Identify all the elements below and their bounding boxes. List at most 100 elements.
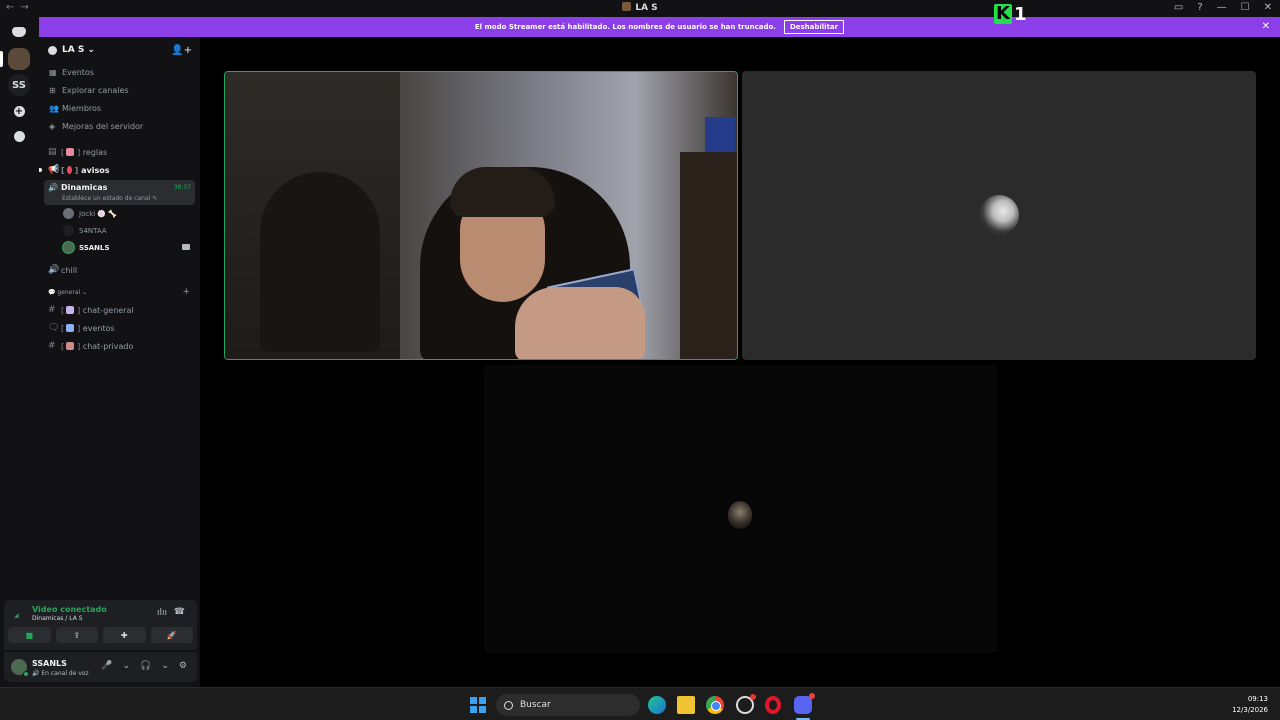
edge-icon[interactable] (648, 696, 666, 714)
signal-icon: ◢ (14, 612, 19, 619)
video-tile-avatar[interactable] (742, 71, 1256, 360)
chrome-icon[interactable] (706, 696, 724, 714)
avatar (63, 208, 74, 219)
server-rail: SS (0, 17, 39, 687)
background-shelf (680, 152, 737, 359)
online-status-dot (23, 671, 29, 677)
voice-user-name: SSANLS (79, 243, 110, 252)
speaker-icon: 🔊 (48, 265, 60, 275)
window-title: LA S (0, 2, 1280, 13)
server-badge-icon (48, 45, 57, 55)
voice-status[interactable]: Video conectado (32, 605, 107, 614)
announcement-icon: 📢 (48, 165, 60, 175)
menu-mejoras[interactable]: ◈ Mejoras del servidor (39, 117, 200, 135)
channel-sidebar: LA S ⌄ 👤+ ▦ Eventos ⊞ Explorar canales 👥 Mi… (39, 37, 200, 687)
headphones-icon[interactable]: 🎧 (140, 661, 151, 671)
disconnect-icon[interactable]: ☎ (174, 607, 185, 617)
avatar (979, 195, 1019, 235)
close-window-icon[interactable]: ✕ (1264, 2, 1272, 13)
channel-status[interactable]: Establece un estado de canal ✎ (62, 195, 157, 202)
discover-icon[interactable] (8, 125, 30, 147)
menu-label: Miembros (62, 103, 102, 113)
server-ss-icon[interactable]: SS (8, 74, 30, 96)
capture-app-icon[interactable] (736, 694, 756, 714)
video-tile-camera[interactable] (224, 71, 738, 360)
channel-eventos[interactable]: 🗨 [] eventos (39, 319, 200, 337)
background-object (705, 117, 735, 157)
calendar-icon: ▦ (49, 67, 57, 77)
title-bar: ← → LA S ▭ ? — ☐ ✕ (0, 0, 1280, 17)
voice-timer: 38:37 (173, 184, 191, 191)
taskbar-search[interactable]: Buscar (496, 694, 640, 716)
channel-emoji-icon (66, 306, 75, 314)
close-banner-icon[interactable]: ✕ (1262, 21, 1270, 32)
voice-user[interactable]: S4NTAA (39, 222, 200, 239)
channel-label: chat-general (82, 305, 134, 315)
server-icon (622, 2, 632, 11)
clock-date: 12/3/2026 (1232, 706, 1268, 714)
minimize-icon[interactable]: — (1217, 2, 1227, 13)
voice-channel-dinamicas[interactable]: 🔊 Dinamicas Establece un estado de canal … (44, 180, 195, 205)
help-icon[interactable]: ? (1197, 2, 1202, 13)
user-controls: 🎤 ⌄ 🎧 ⌄ ⚙ (101, 661, 187, 671)
invite-icon[interactable]: 👤+ (171, 45, 192, 56)
voice-action-buttons: ■ ⇪ ✚ 🚀 (4, 627, 197, 649)
banner-text: El modo Streamer está habilitado. Los no… (474, 23, 776, 31)
add-server-icon[interactable] (8, 100, 30, 122)
streamer-mode-banner: El modo Streamer está habilitado. Los no… (39, 17, 1280, 37)
inbox-icon[interactable]: ▭ (1174, 2, 1183, 13)
voice-user-self[interactable]: SSANLS (39, 239, 200, 256)
voice-location[interactable]: Dinamicas / LA S (32, 615, 83, 622)
chevron-down-icon[interactable]: ⌄ (123, 661, 131, 671)
windows-start-icon[interactable] (470, 697, 486, 713)
server-las-icon[interactable] (8, 48, 30, 70)
system-clock[interactable]: 09:13 12/3/2026 (1232, 694, 1268, 716)
channel-chill[interactable]: 🔊 chill (39, 261, 200, 279)
channel-label: chill (61, 265, 78, 275)
video-stage (200, 37, 1280, 687)
screen-share-button[interactable]: ⇪ (55, 627, 98, 643)
user-name[interactable]: SSANLS (32, 659, 67, 668)
person-hair (450, 167, 555, 217)
noise-suppression-icon[interactable]: ılıı (157, 608, 167, 618)
category-general[interactable]: 💬 general ⌄ + (39, 284, 200, 301)
disable-streamer-button[interactable]: Deshabilitar (783, 20, 845, 34)
speaker-icon: 🔊 (48, 183, 58, 192)
category-label: 💬 general ⌄ (48, 289, 88, 296)
activities-button[interactable]: ✚ (103, 627, 146, 643)
settings-gear-icon[interactable]: ⚙ (179, 661, 187, 671)
channel-label: chat-privado (82, 341, 134, 351)
menu-miembros[interactable]: 👥 Miembros (39, 99, 200, 117)
server-header[interactable]: LA S ⌄ 👤+ (39, 37, 200, 63)
voice-user[interactable]: Jocki 🍥 🦴 (39, 205, 200, 222)
channel-emoji-icon (66, 342, 75, 350)
add-channel-icon[interactable]: + (182, 287, 190, 297)
discord-taskbar-icon[interactable] (794, 693, 815, 714)
video-tile-avatar[interactable] (484, 365, 998, 653)
voice-channel-label: Dinamicas (60, 183, 108, 192)
channel-chat-general[interactable]: # [] chat-general (39, 301, 200, 319)
voice-user-name: S4NTAA (79, 226, 107, 235)
channel-avisos[interactable]: 📢 [] avisos (39, 161, 200, 179)
channel-chat-privado[interactable]: # [] chat-privado (39, 337, 200, 355)
discord-home-icon[interactable] (8, 21, 30, 43)
menu-label: Eventos (62, 67, 94, 77)
menu-explorar-canales[interactable]: ⊞ Explorar canales (39, 81, 200, 99)
maximize-icon[interactable]: ☐ (1241, 2, 1250, 13)
channel-emoji-icon (66, 148, 75, 156)
soundboard-button[interactable]: 🚀 (150, 627, 193, 643)
menu-eventos[interactable]: ▦ Eventos (39, 63, 200, 81)
file-explorer-icon[interactable] (677, 696, 695, 714)
camera-icon (182, 244, 190, 250)
chevron-down-icon[interactable]: ⌄ (161, 661, 169, 671)
camera-button[interactable]: ■ (8, 627, 51, 643)
browse-icon: ⊞ (49, 85, 56, 95)
search-label: Buscar (520, 700, 551, 710)
channel-reglas[interactable]: ▤ [] reglas (39, 143, 200, 161)
microphone-icon[interactable]: 🎤 (101, 661, 112, 671)
opera-icon[interactable] (765, 696, 781, 714)
members-icon: 👥 (49, 103, 59, 113)
window-title-text: LA S (635, 3, 658, 13)
avatar (63, 242, 74, 253)
k-logo-number: 1 (1014, 3, 1027, 25)
